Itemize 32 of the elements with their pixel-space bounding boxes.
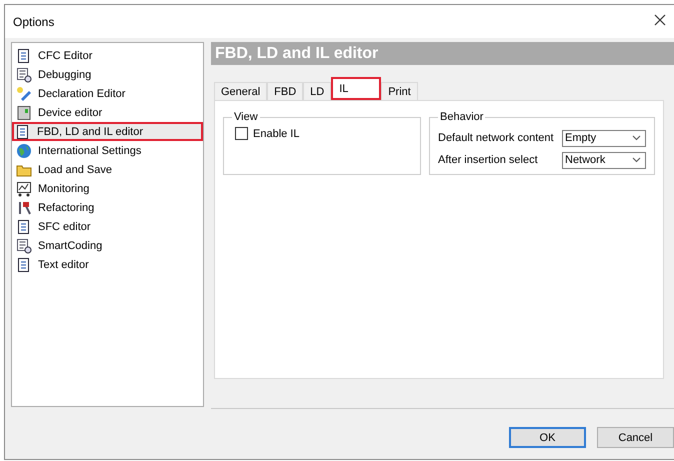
tree-item[interactable]: Device editor [14,103,164,122]
tree-item[interactable]: Monitoring [14,179,164,198]
tree-item[interactable]: Text editor [14,255,164,274]
dropdown[interactable]: Network [562,152,646,168]
page-header: FBD, LD and IL editor [211,42,674,65]
chevron-icon [632,157,641,163]
tab[interactable]: FBD [267,82,304,100]
tab[interactable]: IL [331,77,382,100]
tree-item[interactable]: SmartCoding [14,236,164,255]
checkbox[interactable] [235,127,248,140]
tree-item[interactable]: International Settings [14,141,164,160]
dropdown[interactable]: Empty [562,130,646,146]
checkbox-label: Enable IL [253,128,300,140]
chevron-icon [632,135,641,141]
tree-item[interactable]: Refactoring [14,198,164,217]
tree-item[interactable]: FBD, LD and IL editor [12,122,203,141]
tree-item[interactable]: Declaration Editor [14,84,164,103]
dialog-button[interactable]: OK [509,427,586,448]
field-label: After insertion select [438,154,538,166]
field-label: Default network content [438,132,554,144]
tab[interactable]: LD [303,82,332,100]
close-icon [654,14,666,26]
tab[interactable]: General [214,82,268,100]
tree-item[interactable]: SFC editor [14,217,164,236]
group-title: View [233,111,259,123]
tab[interactable]: Print [381,82,418,100]
group-title: Behavior [439,111,484,123]
tree-item[interactable]: Load and Save [14,160,164,179]
tree-item[interactable]: CFC Editor [14,46,164,65]
tree-item[interactable]: Debugging [14,65,164,84]
window-title: Options [13,14,54,28]
dialog-button[interactable]: Cancel [597,427,674,448]
